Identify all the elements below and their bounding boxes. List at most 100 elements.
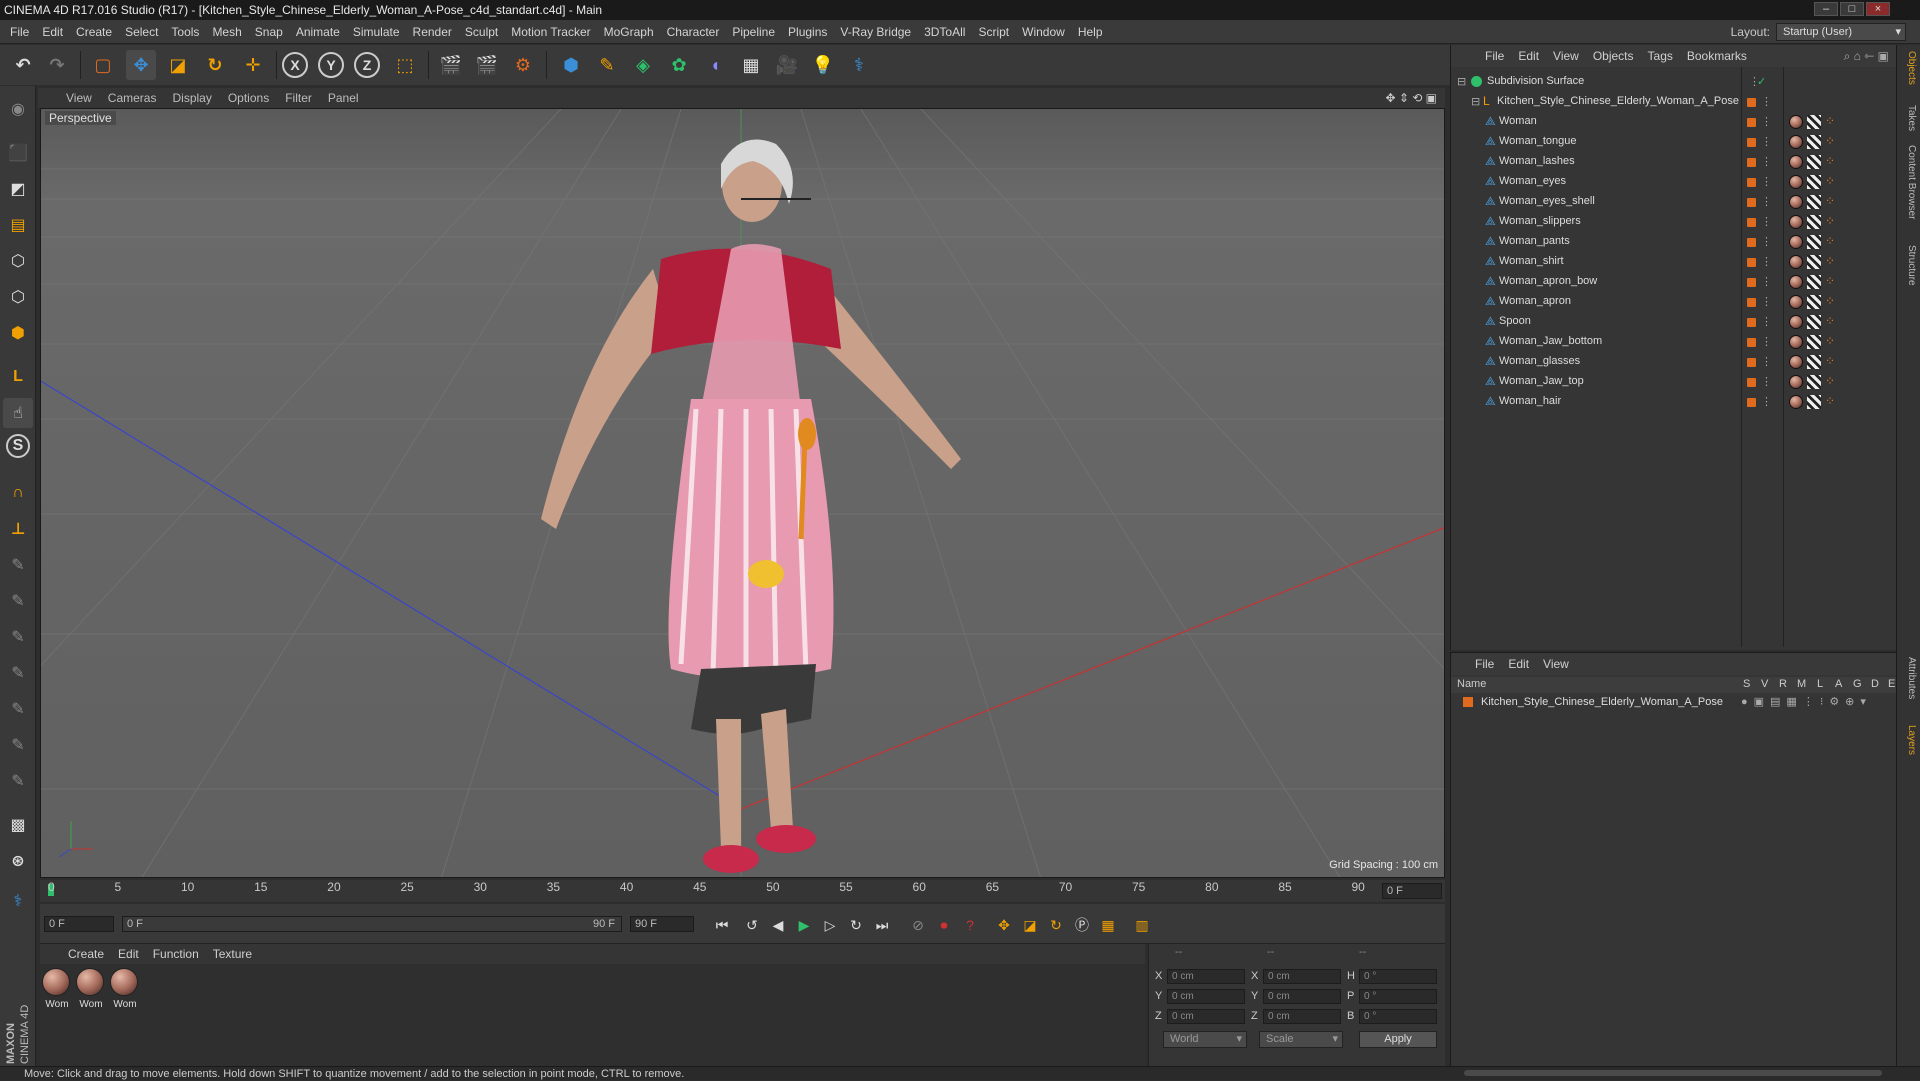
object-row[interactable]: ⟁ Woman_hair ⋮ ⁘ [1451,392,1897,412]
subdivision-surface-icon[interactable]: ◈ [628,50,658,80]
magnet-icon[interactable]: ∩ [3,478,33,508]
record-active-icon[interactable]: ⏺ [932,914,956,936]
position-z-field[interactable]: 0 cm [1167,1009,1245,1024]
character-figure[interactable] [541,139,961,874]
texture-mode-icon[interactable]: ◩ [3,174,33,204]
phong-tag-icon[interactable]: ⁘ [1825,395,1835,408]
floor-icon[interactable]: ▦ [736,50,766,80]
menu-mograph[interactable]: MoGraph [604,25,654,39]
tab-content-browser[interactable]: Content Browser [1901,145,1917,219]
snap-icon[interactable]: S [6,434,30,458]
objects-menu-bookmarks[interactable]: Bookmarks [1687,49,1747,63]
visibility-toggle-icon[interactable]: ⋮ [1761,295,1772,308]
viewport-menu-cameras[interactable]: Cameras [108,91,157,105]
previous-frame-icon[interactable]: ◀ [766,914,790,936]
tweak-mode-icon[interactable]: ☝ [3,398,33,428]
redo-icon[interactable]: ↷ [42,50,72,80]
layer-color-icon[interactable] [1747,278,1756,287]
rotation-h-field[interactable]: 0 ° [1359,969,1437,984]
menu-snap[interactable]: Snap [255,25,283,39]
render-picture-viewer-icon[interactable]: 🎬 [472,50,502,80]
python-script-icon[interactable]: ⚕ [3,886,33,916]
maximize-button[interactable]: □ [1840,2,1864,16]
visibility-toggle-icon[interactable]: ⋮ [1761,95,1772,108]
render-view-icon[interactable]: 🎬 [436,50,466,80]
layer-color-icon[interactable] [1747,98,1756,107]
visibility-toggle-icon[interactable]: ⋮ [1761,135,1772,148]
key-position-icon[interactable]: ✥ [992,914,1016,936]
material-menu-function[interactable]: Function [153,947,199,961]
make-editable-icon[interactable]: ◉ [3,94,33,124]
array-icon[interactable]: ✿ [664,50,694,80]
material-tag-icon[interactable] [1789,375,1803,389]
objects-menu-tags[interactable]: Tags [1648,49,1673,63]
viewport-menu-view[interactable]: View [66,91,92,105]
viewport-nav-icons[interactable]: ✥ ⇕ ⟲ ▣ [1385,91,1437,105]
visibility-toggle-icon[interactable]: ⋮ [1761,195,1772,208]
visibility-toggle-icon[interactable]: ⋮ [1761,355,1772,368]
sculpt-brush-3-icon[interactable]: ✎ [3,622,33,652]
visibility-toggle-icon[interactable]: ⋮ [1761,275,1772,288]
sculpt-brush-4-icon[interactable]: ✎ [3,658,33,688]
object-row-subdivision-surface[interactable]: ⊟ Subdivision Surface ⋮ ✓ [1451,72,1897,92]
edges-mode-icon[interactable]: ⬡ [3,282,33,312]
tab-takes[interactable]: Takes [1901,105,1917,131]
uvw-tag-icon[interactable] [1807,375,1821,389]
horizontal-scrollbar[interactable] [1450,1066,1896,1080]
layer-toggle-icons[interactable]: ●▣▤▦⋮⁝⚙⊕▾ [1741,695,1872,708]
menu-script[interactable]: Script [978,25,1009,39]
material-menu-create[interactable]: Create [68,947,104,961]
material-tag-icon[interactable] [1789,215,1803,229]
layer-color-icon[interactable] [1747,118,1756,127]
object-row[interactable]: ⟁ Woman_slippers ⋮ ⁘ [1451,212,1897,232]
size-y-field[interactable]: 0 cm [1263,989,1341,1004]
menu-plugins[interactable]: Plugins [788,25,827,39]
model-mode-icon[interactable]: ⬛ [3,138,33,168]
object-row[interactable]: ⟁ Woman_eyes_shell ⋮ ⁘ [1451,192,1897,212]
phong-tag-icon[interactable]: ⁘ [1825,155,1835,168]
points-mode-icon[interactable]: ⬡ [3,246,33,276]
sculpt-brush-7-icon[interactable]: ✎ [3,766,33,796]
phong-tag-icon[interactable]: ⁘ [1825,135,1835,148]
tab-objects[interactable]: Objects [1901,51,1917,85]
3d-viewport[interactable]: Perspective Grid Spacing : 100 cm [40,108,1445,878]
phong-tag-icon[interactable]: ⁘ [1825,195,1835,208]
menu-render[interactable]: Render [413,25,452,39]
object-row[interactable]: ⟁ Woman_apron ⋮ ⁘ [1451,292,1897,312]
tab-structure[interactable]: Structure [1901,245,1917,286]
key-rotation-icon[interactable]: ↻ [1044,914,1068,936]
menu-window[interactable]: Window [1022,25,1065,39]
phong-tag-icon[interactable]: ⁘ [1825,315,1835,328]
phong-tag-icon[interactable]: ⁘ [1825,115,1835,128]
grid-snap-icon[interactable]: ▩ [3,810,33,840]
close-button[interactable]: × [1866,2,1890,16]
phong-tag-icon[interactable]: ⁘ [1825,335,1835,348]
layer-row[interactable]: Kitchen_Style_Chinese_Elderly_Woman_A_Po… [1451,695,1897,713]
camera-label[interactable]: Perspective [45,111,116,125]
visibility-toggle-icon[interactable]: ⋮ [1761,375,1772,388]
menu-help[interactable]: Help [1078,25,1103,39]
uvw-tag-icon[interactable] [1807,355,1821,369]
position-x-field[interactable]: 0 cm [1167,969,1245,984]
object-row[interactable]: ⟁ Woman_glasses ⋮ ⁘ [1451,352,1897,372]
go-to-end-icon[interactable]: ⏭ [870,914,894,936]
material-tag-icon[interactable] [1789,275,1803,289]
undo-icon[interactable]: ↶ [8,50,38,80]
frame-range-slider[interactable]: 0 F 90 F [122,916,622,932]
viewport-menu-display[interactable]: Display [172,91,211,105]
python-icon[interactable]: ⚕ [844,50,874,80]
timeline-ruler[interactable]: 0 5 10 15 20 25 30 35 40 45 50 55 60 65 … [40,880,1445,902]
visibility-toggle-icon[interactable]: ⋮ [1761,395,1772,408]
uvw-tag-icon[interactable] [1807,335,1821,349]
layer-color-icon[interactable] [1747,378,1756,387]
camera-icon[interactable]: 🎥 [772,50,802,80]
visibility-toggle-icon[interactable]: ⋮ [1761,335,1772,348]
menu-create[interactable]: Create [76,25,112,39]
scale-icon[interactable]: ◪ [163,50,193,80]
start-frame-field[interactable]: 0 F [44,916,114,932]
material-tag-icon[interactable] [1789,175,1803,189]
layer-color-icon[interactable] [1747,218,1756,227]
objects-menu-view[interactable]: View [1553,49,1579,63]
object-row[interactable]: ⟁ Woman_Jaw_bottom ⋮ ⁘ [1451,332,1897,352]
material-tag-icon[interactable] [1789,355,1803,369]
